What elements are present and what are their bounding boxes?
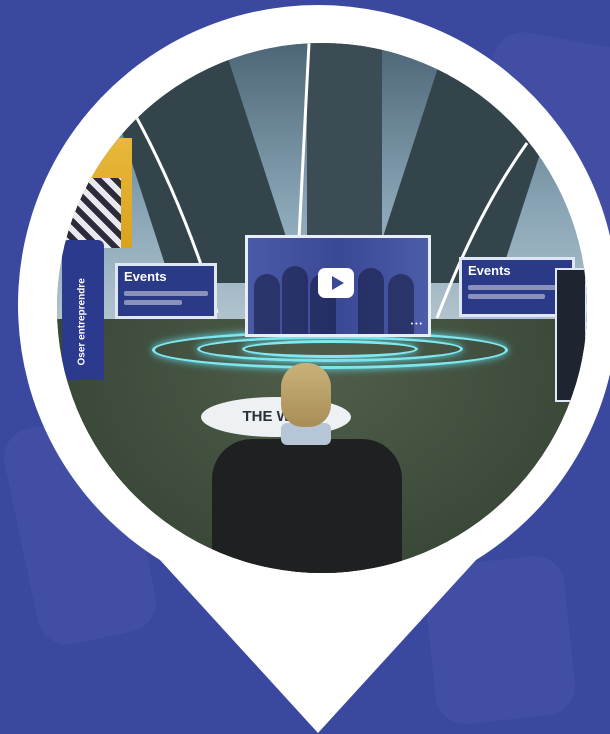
events-row	[468, 294, 545, 299]
video-logo: • • •	[410, 321, 422, 328]
crowd-figure	[358, 268, 384, 334]
events-panel-left[interactable]: Events	[115, 263, 217, 319]
totem-label: Oser entreprendre	[76, 278, 88, 366]
side-screen	[555, 268, 587, 402]
video-screen[interactable]: • • •	[245, 235, 431, 337]
events-row	[124, 300, 182, 305]
poster-image	[61, 178, 121, 248]
avatar-body	[212, 439, 402, 573]
play-icon[interactable]	[318, 268, 354, 298]
poster	[57, 138, 132, 248]
virtual-world-view: Oser entreprendre Events • • • Events TH…	[57, 43, 587, 573]
events-panel-title: Events	[124, 269, 167, 284]
stage-ring	[242, 340, 418, 358]
events-row	[124, 291, 208, 296]
totem: Oser entreprendre	[62, 240, 104, 380]
avatar-head	[281, 363, 331, 427]
events-row	[468, 285, 566, 290]
crowd-figure	[282, 266, 308, 334]
crowd-figure	[254, 274, 280, 334]
